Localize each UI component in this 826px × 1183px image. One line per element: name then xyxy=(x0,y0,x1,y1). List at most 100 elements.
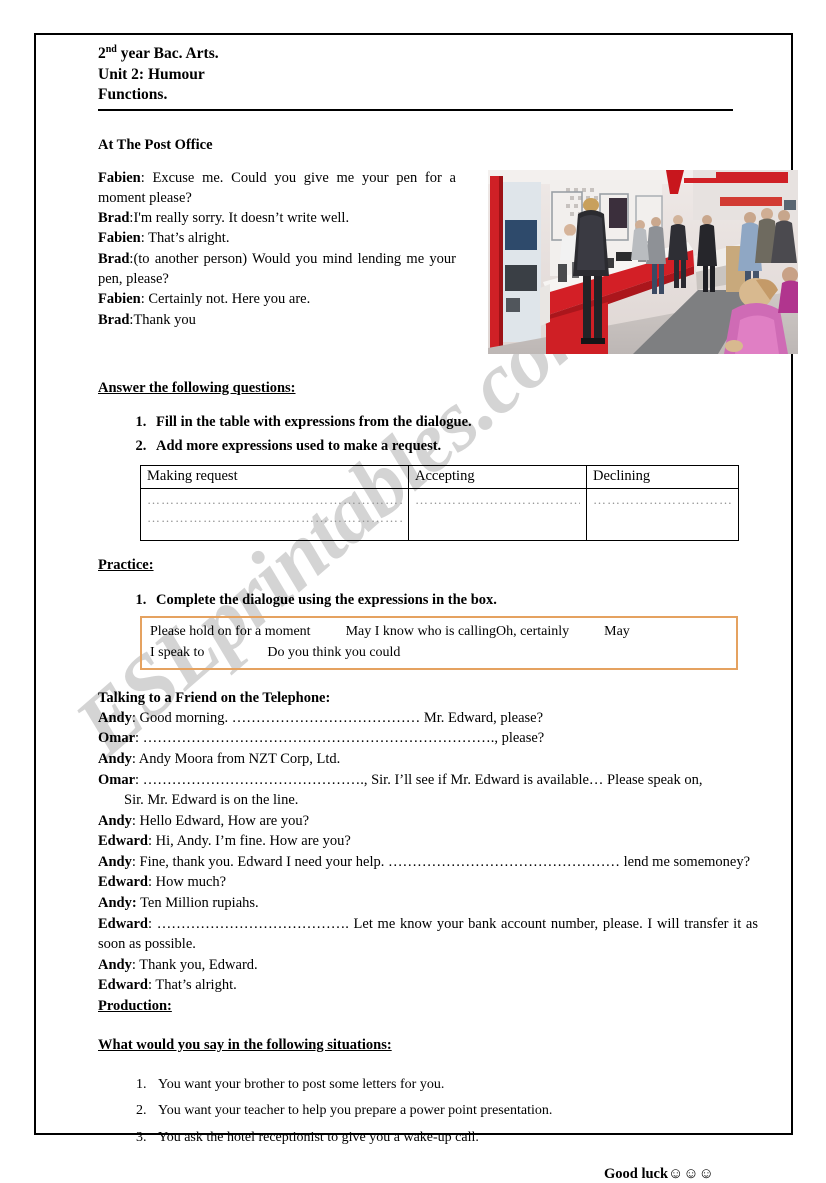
telephone-sep: : xyxy=(131,812,140,829)
closing-text: Good luck xyxy=(603,1165,669,1182)
header-divider xyxy=(98,108,733,111)
telephone-speaker: Omar xyxy=(98,771,136,788)
dialogue-speaker: Brad xyxy=(98,311,130,328)
dialogue-block: Fabien: Excuse me. Could you give me you… xyxy=(98,168,798,358)
dialogue-line: Brad:I'm really sorry. It doesn’t write … xyxy=(98,208,456,228)
telephone-utterance: Hi, Andy. I’m fine. How are you? xyxy=(155,833,351,850)
telephone-line-continuation: Sir. Mr. Edward is on the line. xyxy=(98,790,758,811)
expression-box-row: I speak to Do you think you could xyxy=(150,644,401,660)
telephone-line: Omar: ………………………………………., Sir. I’ll see if… xyxy=(98,770,758,791)
answer-blank-line[interactable]: ………………………………………………………… xyxy=(415,491,580,509)
page-title: At The Post Office xyxy=(98,136,213,153)
telephone-speaker: Edward xyxy=(98,874,148,891)
header-line-functions: Functions. xyxy=(98,86,168,104)
table-header-row: Making request Accepting Declining xyxy=(140,465,739,490)
telephone-line: Edward: That’s alright. xyxy=(98,975,758,996)
telephone-utterance: ………………………………………………………………., please? xyxy=(142,730,545,747)
expression-box: Please hold on for a moment May I know w… xyxy=(140,616,738,670)
dialogue-sep: : xyxy=(140,169,153,186)
list-item: Fill in the table with expressions from … xyxy=(150,411,758,433)
worksheet-header: 2nd year Bac. Arts. Unit 2: Humour Funct… xyxy=(98,43,758,108)
telephone-dialogue: Andy: Good morning. ………………………………… Mr. Ed… xyxy=(98,708,758,996)
telephone-line: Andy: Fine, thank you. Edward I need you… xyxy=(98,852,758,873)
telephone-speaker: Omar xyxy=(98,730,136,747)
cell-accepting[interactable]: ………………………………………………………… xyxy=(408,488,587,542)
telephone-utterance: Good morning. ………………………………… Mr. Edward, … xyxy=(139,709,544,726)
list-item: You ask the hotel receptionist to give y… xyxy=(150,1125,758,1152)
answer-blank-line[interactable]: ………………………………………………… xyxy=(593,491,732,509)
dialogue-line: Brad:Thank you xyxy=(98,310,456,330)
answer-blank-line[interactable]: …………………………………………………………………………………………………………… xyxy=(147,491,402,509)
header-year-number: 2 xyxy=(98,45,106,63)
dialogue-line: Fabien: Excuse me. Could you give me you… xyxy=(98,168,456,209)
telephone-speaker: Andy xyxy=(98,956,132,973)
header-course-rest: year Bac. Arts. xyxy=(116,45,219,63)
dialogue-utterance: Certainly not. Here you are. xyxy=(148,291,311,308)
answer-blank-line[interactable]: …………………………………………………………………………………………………………… xyxy=(147,509,402,527)
telephone-sep: : xyxy=(147,833,156,850)
situations-heading: What would you say in the following situ… xyxy=(98,1036,392,1053)
telephone-sep: : xyxy=(131,709,140,726)
worksheet-page: ESLprintables.com 2nd year Bac. Arts. Un… xyxy=(34,33,798,1182)
dialogue-speaker: Brad xyxy=(98,210,130,227)
telephone-speaker: Andy: xyxy=(98,895,137,911)
dialogue-line: Fabien: That’s alright. xyxy=(98,228,456,248)
dialogue-speaker: Brad xyxy=(98,250,130,267)
telephone-utterance: That’s alright. xyxy=(155,977,237,994)
practice-heading: Practice: xyxy=(98,557,154,574)
telephone-utterance: ………………………………………., Sir. I’ll see if Mr. E… xyxy=(142,771,703,788)
telephone-utterance: Sir. Mr. Edward is on the line. xyxy=(124,792,299,809)
telephone-speaker: Edward xyxy=(98,915,148,932)
telephone-speaker: Andy xyxy=(98,750,132,767)
dialogue-utterance: That’s alright. xyxy=(148,230,230,247)
closing-message: Good luck☺☺☺ xyxy=(98,1166,714,1183)
telephone-line: Edward: How much? xyxy=(98,872,758,893)
telephone-line: Andy: Hello Edward, How are you? xyxy=(98,811,758,832)
telephone-line: Andy: Ten Million rupiahs. xyxy=(98,893,758,914)
telephone-line: Andy: Andy Moora from NZT Corp, Ltd. xyxy=(98,749,758,770)
list-item: Complete the dialogue using the expressi… xyxy=(150,590,758,612)
dialogue-line: Fabien: Certainly not. Here you are. xyxy=(98,289,456,309)
telephone-utterance: Fine, thank you. Edward I need your help… xyxy=(139,853,751,870)
telephone-utterance: How much? xyxy=(155,874,227,891)
list-item: Add more expressions used to make a requ… xyxy=(150,435,758,457)
dialogue-speaker: Fabien xyxy=(98,230,141,247)
table-row: …………………………………………………………………………………………………………… xyxy=(140,488,739,542)
telephone-line: Omar: ………………………………………………………………., please? xyxy=(98,728,758,749)
dialogue-sep: : xyxy=(140,230,149,247)
telephone-utterance: …………………………………. Let me know your bank acc… xyxy=(98,915,758,953)
post-office-photo xyxy=(488,169,798,354)
dialogue-speaker: Fabien xyxy=(98,291,141,308)
telephone-speaker: Andy xyxy=(98,709,132,726)
cell-making-request[interactable]: …………………………………………………………………………………………………………… xyxy=(140,488,409,542)
list-item: You want your teacher to help you prepar… xyxy=(150,1098,758,1125)
dialogue-utterance: (to another person) Would you mind lendi… xyxy=(98,250,456,287)
telephone-sep: : xyxy=(147,874,156,891)
smiley-face-icons: ☺☺☺ xyxy=(668,1165,714,1182)
header-year-ordinal-suffix: nd xyxy=(105,44,117,55)
dialogue-utterance: I'm really sorry. It doesn’t write well. xyxy=(133,210,350,227)
dialogue-utterance: Thank you xyxy=(133,311,196,328)
telephone-utterance: Ten Million rupiahs. xyxy=(140,895,259,911)
dialogue-utterance: Excuse me. Could you give me your pen fo… xyxy=(98,169,456,206)
telephone-sep: : xyxy=(135,730,143,747)
dialogue-line: Brad:(to another person) Would you mind … xyxy=(98,249,456,290)
header-line-course: 2nd year Bac. Arts. xyxy=(98,43,758,65)
telephone-utterance: Hello Edward, How are you? xyxy=(139,812,310,829)
column-header-making-request: Making request xyxy=(140,465,409,490)
answer-questions-heading: Answer the following questions: xyxy=(98,379,296,396)
telephone-line: Edward: …………………………………. Let me know your … xyxy=(98,914,758,955)
header-line-unit: Unit 2: Humour xyxy=(98,65,205,83)
telephone-speaker: Edward xyxy=(98,833,148,850)
telephone-speaker: Andy xyxy=(98,812,132,829)
telephone-sep: : xyxy=(147,915,157,932)
cell-declining[interactable]: ………………………………………………… xyxy=(586,488,739,542)
dialogue-text: Fabien: Excuse me. Could you give me you… xyxy=(98,168,456,330)
column-header-accepting: Accepting xyxy=(408,465,587,490)
telephone-speaker: Edward xyxy=(98,977,148,994)
telephone-sep: : xyxy=(131,853,140,870)
dialogue-speaker: Fabien xyxy=(98,169,141,186)
telephone-line: Edward: Hi, Andy. I’m fine. How are you? xyxy=(98,831,758,852)
telephone-speaker: Andy xyxy=(98,853,132,870)
telephone-sep: : xyxy=(131,750,139,767)
